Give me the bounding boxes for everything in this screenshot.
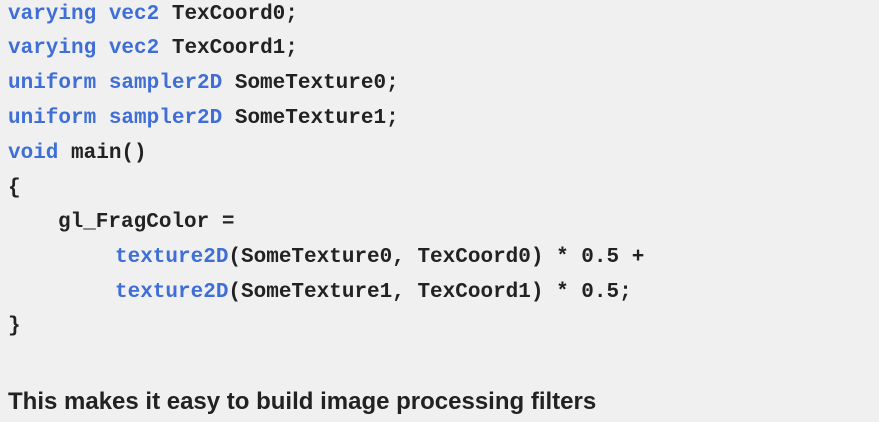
slide: varying vec2 TexCoord0; varying vec2 Tex… — [0, 0, 879, 422]
code-line-5: void main() — [8, 139, 147, 169]
function-texture2d: texture2D — [115, 246, 229, 269]
open-brace: { — [8, 177, 21, 200]
keyword-uniform: uniform — [8, 107, 97, 130]
code-line-10: } — [8, 312, 21, 342]
function-texture2d: texture2D — [115, 281, 229, 304]
keyword-varying: varying — [8, 37, 97, 60]
keyword-sampler2d: sampler2D — [108, 72, 223, 95]
code-line-4: uniform sampler2D SomeTexture1; — [8, 104, 399, 134]
code-text: TexCoord1; — [159, 37, 298, 60]
code-text: SomeTexture1; — [222, 107, 399, 130]
code-block: varying vec2 TexCoord0; varying vec2 Tex… — [0, 0, 879, 360]
code-text: (SomeTexture1, TexCoord1) * 0.5; — [228, 281, 632, 304]
code-line-9: texture2D(SomeTexture1, TexCoord1) * 0.5… — [115, 278, 632, 308]
code-text: TexCoord0; — [159, 3, 298, 26]
code-line-7: gl_FragColor = — [58, 208, 234, 238]
code-line-3: uniform sampler2D SomeTexture0; — [8, 69, 399, 99]
code-text: SomeTexture0; — [222, 72, 399, 95]
code-line-2: varying vec2 TexCoord1; — [8, 34, 298, 64]
code-line-6: { — [8, 174, 21, 204]
code-text: main() — [58, 142, 147, 165]
keyword-varying: varying — [8, 3, 97, 26]
keyword-sampler2d: sampler2D — [108, 107, 223, 130]
keyword-vec2: vec2 — [108, 3, 160, 26]
keyword-uniform: uniform — [8, 72, 97, 95]
code-line-1: varying vec2 TexCoord0; — [8, 0, 298, 30]
code-text: (SomeTexture0, TexCoord0) * 0.5 + — [228, 246, 645, 269]
caption-text: This makes it easy to build image proces… — [8, 388, 597, 415]
keyword-vec2: vec2 — [108, 37, 160, 60]
code-text: gl_FragColor = — [58, 211, 235, 234]
keyword-void: void — [8, 142, 59, 165]
code-line-8: texture2D(SomeTexture0, TexCoord0) * 0.5… — [115, 243, 644, 273]
close-brace: } — [8, 315, 21, 338]
